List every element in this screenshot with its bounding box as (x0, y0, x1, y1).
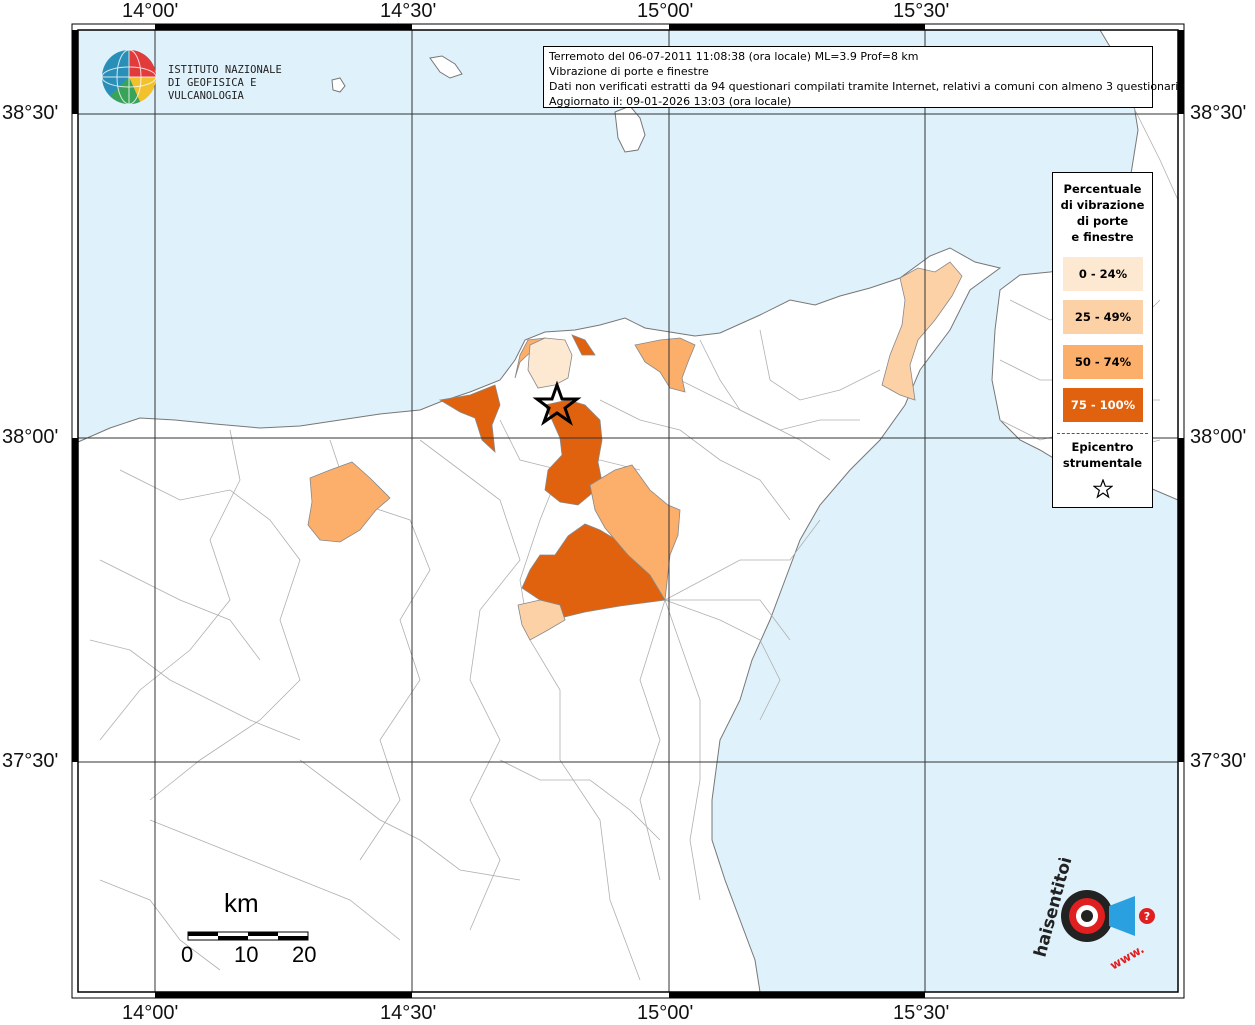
legend: Percentuale di vibrazione di porte e fin… (1052, 172, 1153, 508)
lat-tick-right-1: 38°30' (1190, 102, 1247, 124)
legend-epicenter-line: strumentale (1062, 456, 1143, 470)
svg-text:?: ? (1144, 910, 1150, 923)
star-icon (1093, 479, 1113, 499)
lon-tick-top-1: 14°00' (122, 0, 179, 22)
logo-line-2: DI GEOFISICA E VULCANOLOGIA (168, 77, 257, 102)
ingv-logo: ISTITUTO NAZIONALE DI GEOFISICA E VULCAN… (100, 48, 320, 110)
scale-label-0: 0 (181, 942, 194, 967)
lon-tick-bottom-2: 14°30' (380, 1002, 437, 1024)
logo-line-1: ISTITUTO NAZIONALE (168, 64, 282, 76)
lon-tick-top-4: 15°30' (893, 0, 950, 22)
brand-url: www. (1108, 942, 1147, 973)
event-parameter: Vibrazione di porte e finestre (549, 65, 709, 78)
globe-icon (101, 49, 157, 105)
legend-title-line: di vibrazione (1060, 198, 1145, 212)
legend-class-1: 0 - 24% (1063, 257, 1143, 291)
event-title: Terremoto del 06-07-2011 11:08:38 (ora l… (549, 50, 919, 63)
legend-epicenter-label: Epicentro strumentale (1053, 439, 1152, 471)
event-data-note: Dati non verificati estratti da 94 quest… (549, 80, 1182, 93)
scale-unit: km (224, 888, 259, 918)
lon-tick-bottom-4: 15°30' (893, 1002, 950, 1024)
lon-tick-bottom-3: 15°00' (637, 1002, 694, 1024)
lat-tick-left-2: 38°00' (2, 426, 59, 448)
legend-class-3: 50 - 74% (1063, 345, 1143, 379)
haisentito-logo: ? haisentitoilterremoto.it www. (1031, 858, 1155, 973)
scale-label-20: 20 (292, 942, 317, 967)
lat-tick-left-1: 38°30' (2, 102, 59, 124)
legend-title-line: e finestre (1071, 230, 1134, 244)
lat-tick-left-3: 37°30' (2, 750, 59, 772)
legend-epicenter-line: Epicentro (1071, 440, 1134, 454)
legend-title-line: Percentuale (1063, 182, 1142, 196)
legend-class-4: 75 - 100% (1063, 388, 1143, 422)
legend-class-2: 25 - 49% (1063, 300, 1143, 334)
lon-tick-bottom-1: 14°00' (122, 1002, 179, 1024)
lat-tick-right-2: 38°00' (1190, 426, 1247, 448)
lat-tick-right-3: 37°30' (1190, 750, 1247, 772)
lon-tick-top-3: 15°00' (637, 0, 694, 22)
event-updated: Aggiornato il: 09-01-2026 13:03 (ora loc… (549, 95, 792, 108)
legend-title: Percentuale di vibrazione di porte e fin… (1053, 181, 1152, 245)
scale-label-10: 10 (234, 942, 259, 967)
event-info-box: Terremoto del 06-07-2011 11:08:38 (ora l… (543, 46, 1182, 108)
scale-bar: km 0 10 20 (180, 888, 320, 968)
legend-title-line: di porte (1076, 214, 1129, 228)
lon-tick-top-2: 14°30' (380, 0, 437, 22)
legend-separator (1057, 433, 1148, 434)
